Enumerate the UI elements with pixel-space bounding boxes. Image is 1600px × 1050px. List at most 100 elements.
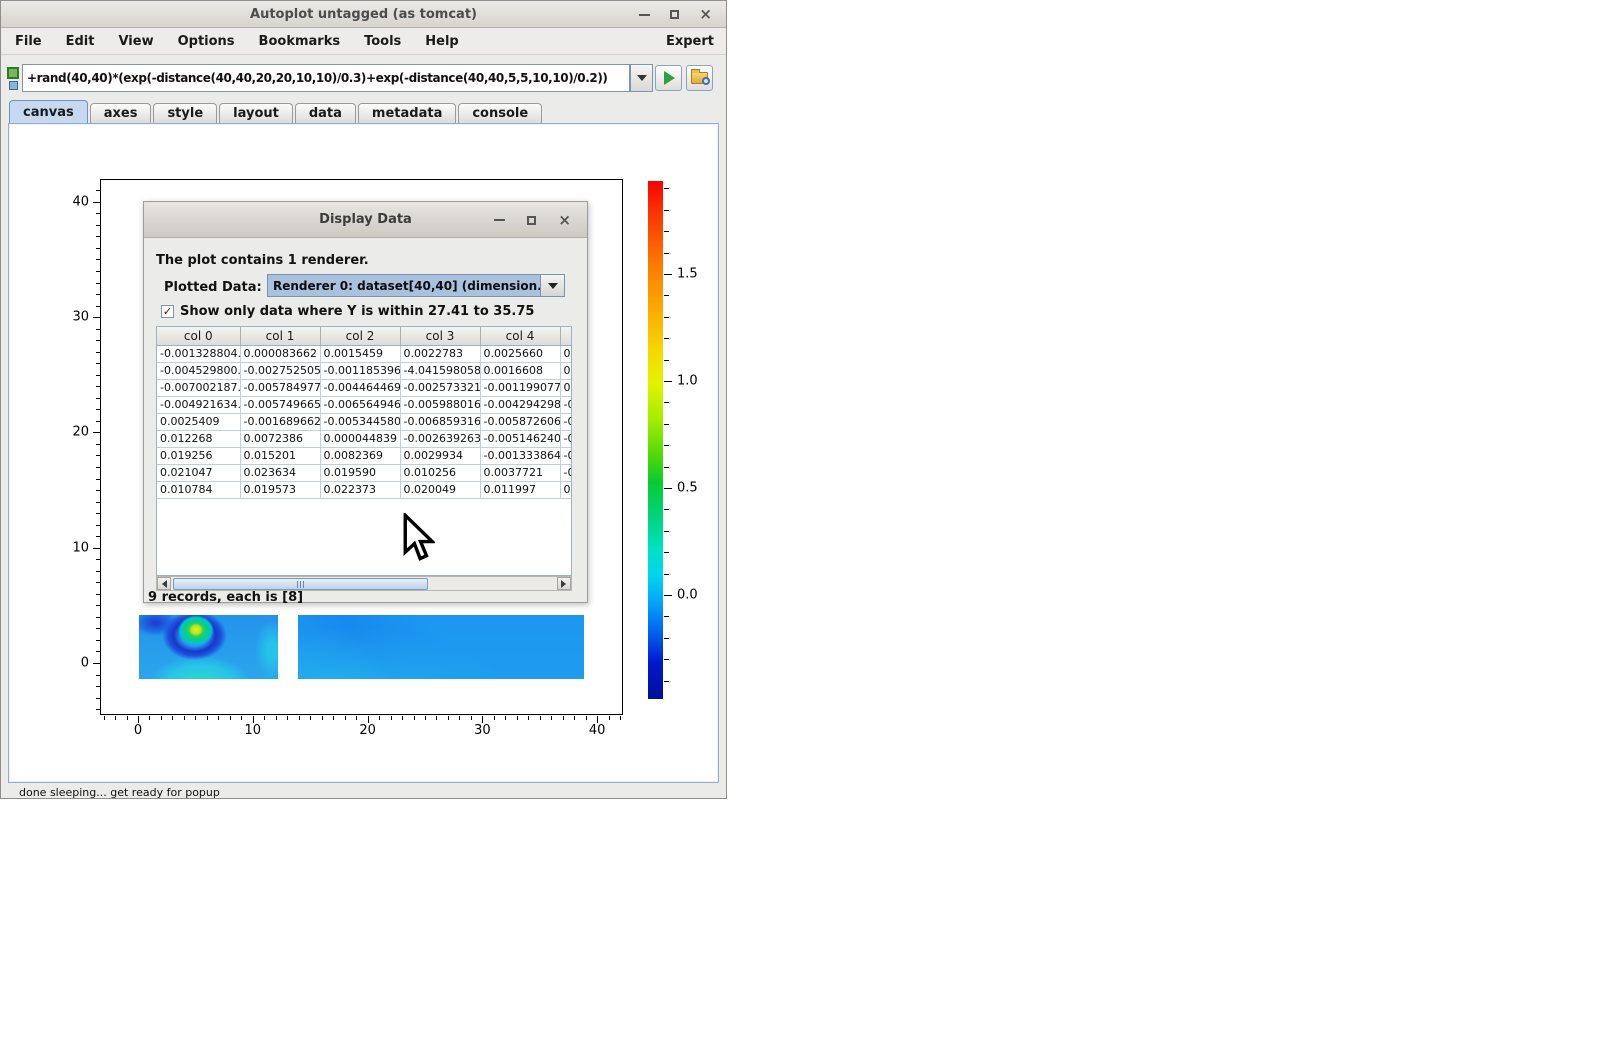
table-row[interactable]: 0.0192560.0152010.00823690.0029934-0.001…	[157, 447, 572, 464]
table-cell[interactable]: 0.00	[560, 345, 572, 362]
plot-canvas[interactable]: 0102030400102030401.51.00.50.0 Display D…	[8, 123, 719, 783]
scrollbar-thumb[interactable]	[173, 578, 428, 590]
dialog-minimize-icon[interactable]	[494, 219, 505, 221]
table-cell[interactable]: -0.001689662...	[240, 413, 320, 430]
table-cell[interactable]: -0.0	[560, 430, 572, 447]
inspect-uri-button[interactable]	[686, 65, 713, 91]
table-cell[interactable]: -0.002639263...	[400, 430, 480, 447]
tab-data[interactable]: data	[295, 103, 356, 124]
table-cell[interactable]: -0.001199077...	[480, 379, 560, 396]
table-row[interactable]: -0.001328804...0.0000836620.00154590.002…	[157, 345, 572, 362]
dialog-close-icon[interactable]: ×	[558, 213, 571, 228]
table-cell[interactable]: -0.004294298...	[480, 396, 560, 413]
table-cell[interactable]: -0.005146240...	[480, 430, 560, 447]
tab-layout[interactable]: layout	[219, 103, 293, 124]
table-cell[interactable]: 0.021047	[157, 464, 240, 481]
dialog-maximize-icon[interactable]	[527, 216, 536, 225]
table-row[interactable]: 0.0107840.0195730.0223730.0200490.011997…	[157, 481, 572, 498]
table-cell[interactable]: -0.005872606...	[480, 413, 560, 430]
menu-item-options[interactable]: Options	[178, 34, 235, 49]
table-cell[interactable]: -0.002752505...	[240, 362, 320, 379]
table-cell[interactable]: -0.005988016...	[400, 396, 480, 413]
horizontal-scrollbar[interactable]	[156, 576, 572, 591]
column-header[interactable]: col 3	[400, 327, 480, 345]
plotted-data-combobox[interactable]: Renderer 0: dataset[40,40] (dimension...	[267, 274, 565, 297]
menu-item-expert[interactable]: Expert	[666, 34, 714, 49]
menu-item-bookmarks[interactable]: Bookmarks	[259, 34, 341, 49]
dialog-titlebar[interactable]: Display Data ×	[144, 202, 587, 238]
table-cell[interactable]: -0.001328804...	[157, 345, 240, 362]
table-cell[interactable]: 0.022373	[320, 481, 400, 498]
filter-checkbox[interactable]: ✓	[161, 305, 174, 318]
table-row[interactable]: 0.0025409-0.001689662...-0.005344580...-…	[157, 413, 572, 430]
column-header[interactable]: col 1	[240, 327, 320, 345]
uri-input[interactable]: +rand(40,40)*(exp(-distance(40,40,20,20,…	[22, 64, 630, 92]
table-cell[interactable]: 0.012268	[157, 430, 240, 447]
table-cell[interactable]: 0.020049	[400, 481, 480, 498]
minimize-icon[interactable]	[639, 14, 650, 16]
table-cell[interactable]: 0.019590	[320, 464, 400, 481]
table-cell[interactable]: -0.004464469...	[320, 379, 400, 396]
tab-axes[interactable]: axes	[90, 103, 152, 124]
menu-item-edit[interactable]: Edit	[66, 34, 95, 49]
tab-style[interactable]: style	[153, 103, 217, 124]
table-row[interactable]: -0.007002187...-0.005784977...-0.0044644…	[157, 379, 572, 396]
table-row[interactable]: -0.004529800...-0.002752505...-0.0011853…	[157, 362, 572, 379]
table-cell[interactable]: 0.0022783	[400, 345, 480, 362]
table-cell[interactable]: 0.000044839	[320, 430, 400, 447]
table-row[interactable]: -0.004921634...-0.005749665...-0.0065649…	[157, 396, 572, 413]
table-cell[interactable]: 0.00	[560, 362, 572, 379]
table-cell[interactable]: 0.0072386	[240, 430, 320, 447]
table-cell[interactable]: -0.0	[560, 464, 572, 481]
tab-metadata[interactable]: metadata	[358, 103, 456, 124]
table-cell[interactable]: 0.00	[560, 379, 572, 396]
table-cell[interactable]: 0.0082369	[320, 447, 400, 464]
data-table-scrollpane[interactable]: col 0col 1col 2col 3col 4 -0.001328804..…	[156, 326, 572, 576]
column-header[interactable]	[560, 327, 572, 345]
table-cell[interactable]: 0.00	[560, 481, 572, 498]
menu-item-view[interactable]: View	[118, 34, 153, 49]
table-cell[interactable]: 0.019256	[157, 447, 240, 464]
table-cell[interactable]: 0.0025660	[480, 345, 560, 362]
table-cell[interactable]: 0.011997	[480, 481, 560, 498]
table-cell[interactable]: -0.001333864...	[480, 447, 560, 464]
table-row[interactable]: 0.0210470.0236340.0195900.0102560.003772…	[157, 464, 572, 481]
menu-item-help[interactable]: Help	[425, 34, 458, 49]
table-cell[interactable]: -0.004529800...	[157, 362, 240, 379]
table-cell[interactable]: -0.005344580...	[320, 413, 400, 430]
table-cell[interactable]: 0.010256	[400, 464, 480, 481]
table-cell[interactable]: -0.007002187...	[157, 379, 240, 396]
maximize-icon[interactable]	[670, 10, 679, 19]
table-cell[interactable]: 0.000083662	[240, 345, 320, 362]
uri-dropdown-button[interactable]	[630, 64, 653, 92]
table-cell[interactable]: 0.019573	[240, 481, 320, 498]
tab-console[interactable]: console	[458, 103, 542, 124]
table-cell[interactable]: -0.0	[560, 396, 572, 413]
table-cell[interactable]: -0.0	[560, 413, 572, 430]
table-cell[interactable]: 0.010784	[157, 481, 240, 498]
table-cell[interactable]: -0.004921634...	[157, 396, 240, 413]
scroll-right-button[interactable]	[557, 577, 571, 590]
table-cell[interactable]: 0.0029934	[400, 447, 480, 464]
window-titlebar[interactable]: Autoplot untagged (as tomcat) ×	[1, 1, 726, 28]
tab-canvas[interactable]: canvas	[9, 100, 88, 124]
table-cell[interactable]: 0.0016608	[480, 362, 560, 379]
table-cell[interactable]: -0.0	[560, 447, 572, 464]
table-cell[interactable]: -0.005749665...	[240, 396, 320, 413]
column-header[interactable]: col 4	[480, 327, 560, 345]
menu-item-tools[interactable]: Tools	[364, 34, 401, 49]
table-cell[interactable]: 0.023634	[240, 464, 320, 481]
scroll-left-button[interactable]	[157, 577, 171, 590]
column-header[interactable]: col 2	[320, 327, 400, 345]
table-cell[interactable]: -4.041598058...	[400, 362, 480, 379]
combobox-arrow-button[interactable]	[540, 275, 564, 296]
table-cell[interactable]: 0.015201	[240, 447, 320, 464]
table-row[interactable]: 0.0122680.00723860.000044839-0.002639263…	[157, 430, 572, 447]
close-icon[interactable]: ×	[699, 7, 712, 22]
table-cell[interactable]: -0.006564946...	[320, 396, 400, 413]
table-cell[interactable]: -0.005784977...	[240, 379, 320, 396]
table-cell[interactable]: -0.006859316...	[400, 413, 480, 430]
column-header[interactable]: col 0	[157, 327, 240, 345]
table-cell[interactable]: -0.001185396...	[320, 362, 400, 379]
table-cell[interactable]: 0.0015459	[320, 345, 400, 362]
